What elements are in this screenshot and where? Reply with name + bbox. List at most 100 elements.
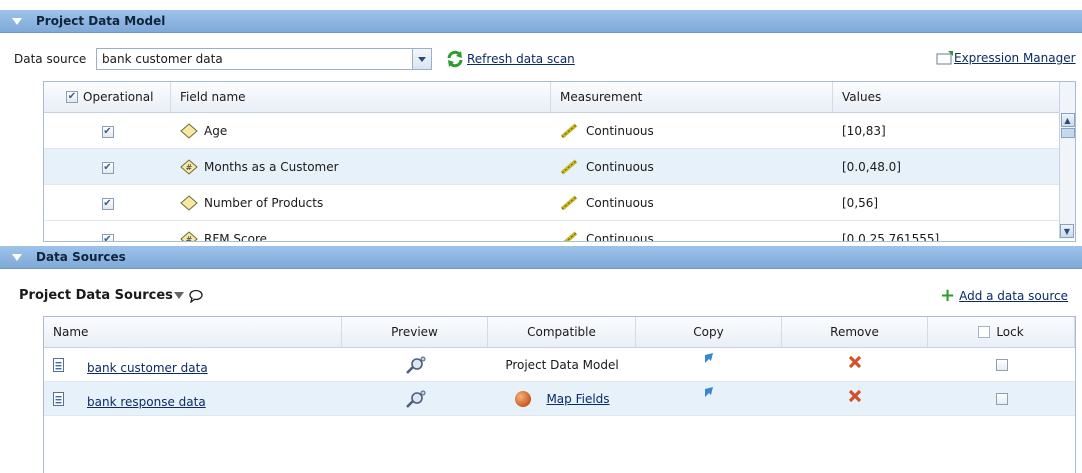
values-value: [10,83] <box>842 123 886 138</box>
add-icon: + <box>940 285 956 306</box>
copy-column-header[interactable]: Copy <box>636 317 782 347</box>
data-source-select[interactable]: bank customer data <box>96 48 432 70</box>
operational-all-checkbox[interactable]: ✔ <box>66 91 78 103</box>
measurement-value: Continuous <box>586 231 654 242</box>
dropdown-arrow-icon[interactable] <box>412 49 431 69</box>
remove-x-icon <box>848 389 862 402</box>
ruler-icon <box>560 194 578 211</box>
preview-button[interactable] <box>342 390 488 408</box>
lock-column-header[interactable]: Lock <box>928 317 1075 347</box>
expression-manager-link[interactable]: Expression Manager <box>954 51 1076 65</box>
data-sources-grid: Name Preview Compatible Copy Remove Lock… <box>43 316 1076 473</box>
data-file-icon <box>53 391 64 406</box>
lock-checkbox[interactable] <box>995 358 1008 371</box>
project-data-sources-title: Project Data Sources <box>19 288 173 303</box>
scroll-thumb[interactable] <box>1060 128 1075 138</box>
expression-manager-icon <box>936 51 953 65</box>
refresh-data-scan-button[interactable]: Refresh data scan <box>446 50 575 68</box>
measurement-value: Continuous <box>586 159 654 174</box>
operational-checkbox[interactable]: ✔ <box>101 198 114 210</box>
field-name: Age <box>204 123 228 138</box>
add-data-source-button[interactable]: + Add a data source <box>940 287 1068 305</box>
measurement-value: Continuous <box>586 123 654 138</box>
operational-checkbox[interactable]: ✔ <box>101 162 114 174</box>
data-source-name-link[interactable]: bank customer data <box>87 361 208 375</box>
operational-column-header[interactable]: ✔ Operational <box>44 82 171 112</box>
refresh-data-scan-link[interactable]: Refresh data scan <box>467 52 575 66</box>
data-source-name-link[interactable]: bank response data <box>87 395 206 409</box>
preview-button[interactable] <box>342 356 488 374</box>
map-fields-button[interactable]: Map Fields <box>488 390 636 408</box>
collapse-triangle-icon[interactable] <box>12 253 22 261</box>
name-column-header[interactable]: Name <box>44 317 342 347</box>
copy-icon <box>705 352 713 363</box>
svg-text:#: # <box>186 235 193 243</box>
scroll-up-arrow-icon[interactable]: ▲ <box>1060 113 1075 127</box>
measurement-column-header[interactable]: Measurement <box>551 82 833 112</box>
ruler-icon <box>563 230 578 241</box>
preview-column-header[interactable]: Preview <box>342 317 488 347</box>
copy-button[interactable] <box>636 352 782 367</box>
scroll-down-arrow-icon[interactable]: ▼ <box>1060 224 1074 238</box>
data-source-row[interactable]: bank response data Map Fields <box>44 382 1075 416</box>
remove-x-icon <box>848 355 862 368</box>
project-data-model-title: Project Data Model <box>36 14 166 28</box>
map-fields-sphere-icon <box>515 390 532 407</box>
operational-checkbox[interactable]: ✔ <box>101 234 114 241</box>
continuous-field-icon <box>180 194 198 211</box>
field-row[interactable]: ✔ # RFM Score Continuous [0.0,25.761555] <box>44 221 1059 243</box>
data-sources-title: Data Sources <box>36 250 126 264</box>
fields-grid: ✔ Operational Field name Measurement Val… <box>43 81 1076 242</box>
copy-column-label: Copy <box>693 325 724 339</box>
data-sources-header[interactable]: Data Sources <box>0 246 1082 269</box>
preview-magnifier-icon <box>406 356 426 374</box>
field-name-column-header[interactable]: Field name <box>171 82 551 112</box>
remove-button[interactable] <box>782 389 928 403</box>
expression-manager-button[interactable]: Expression Manager <box>936 51 1076 65</box>
field-row[interactable]: ✔ # Months as a Customer Continuous [0.0… <box>44 149 1059 185</box>
values-value: [0,56] <box>842 195 879 210</box>
values-column-label: Values <box>842 90 882 104</box>
operational-column-label: Operational <box>83 90 154 104</box>
data-sources-grid-header: Name Preview Compatible Copy Remove Lock <box>44 317 1075 348</box>
lock-all-checkbox[interactable] <box>978 326 991 338</box>
operational-checkbox[interactable]: ✔ <box>101 126 114 138</box>
compatible-column-header[interactable]: Compatible <box>488 317 636 347</box>
data-file-icon <box>53 357 64 372</box>
field-row[interactable]: ✔ Number of Products Continuous [0,56] <box>44 185 1059 221</box>
field-name: Months as a Customer <box>204 159 339 174</box>
project-data-model-header[interactable]: Project Data Model <box>0 10 1082 33</box>
ruler-icon <box>560 158 578 175</box>
lock-checkbox[interactable] <box>995 392 1008 405</box>
remove-button[interactable] <box>782 355 928 369</box>
values-value: [0.0,48.0] <box>842 159 901 174</box>
data-source-label: Data source <box>14 52 87 66</box>
field-row[interactable]: ✔ Age Continuous [10,83] <box>44 113 1059 149</box>
map-fields-link[interactable]: Map Fields <box>546 392 609 406</box>
menu-triangle-icon[interactable] <box>173 292 184 299</box>
preview-column-label: Preview <box>391 325 438 339</box>
comment-icon[interactable] <box>188 289 204 303</box>
remove-column-header[interactable]: Remove <box>782 317 928 347</box>
compatible-value: Project Data Model <box>505 357 619 372</box>
data-source-row[interactable]: bank customer data Project Data Model <box>44 348 1075 382</box>
compatible-column-label: Compatible <box>527 325 596 339</box>
add-data-source-link[interactable]: Add a data source <box>959 289 1068 303</box>
fields-grid-scrollbar[interactable]: ▲ ▼ <box>1059 82 1075 239</box>
name-column-label: Name <box>53 325 89 339</box>
data-source-value: bank customer data <box>102 52 223 66</box>
numeric-field-icon: # <box>180 158 198 175</box>
field-name: RFM Score <box>204 231 268 242</box>
collapse-triangle-icon[interactable] <box>12 17 22 25</box>
measurement-column-label: Measurement <box>560 90 643 104</box>
fields-grid-header: ✔ Operational Field name Measurement Val… <box>44 82 1059 113</box>
numeric-field-icon: # <box>180 230 198 243</box>
project-data-sources-heading: Project Data Sources <box>19 288 204 303</box>
values-column-header[interactable]: Values <box>833 82 1059 112</box>
field-name-column-label: Field name <box>180 90 246 104</box>
ruler-icon <box>560 122 578 139</box>
preview-magnifier-icon <box>406 390 426 408</box>
field-name: Number of Products <box>204 195 324 210</box>
copy-button[interactable] <box>636 386 782 401</box>
lock-column-label: Lock <box>996 325 1024 339</box>
